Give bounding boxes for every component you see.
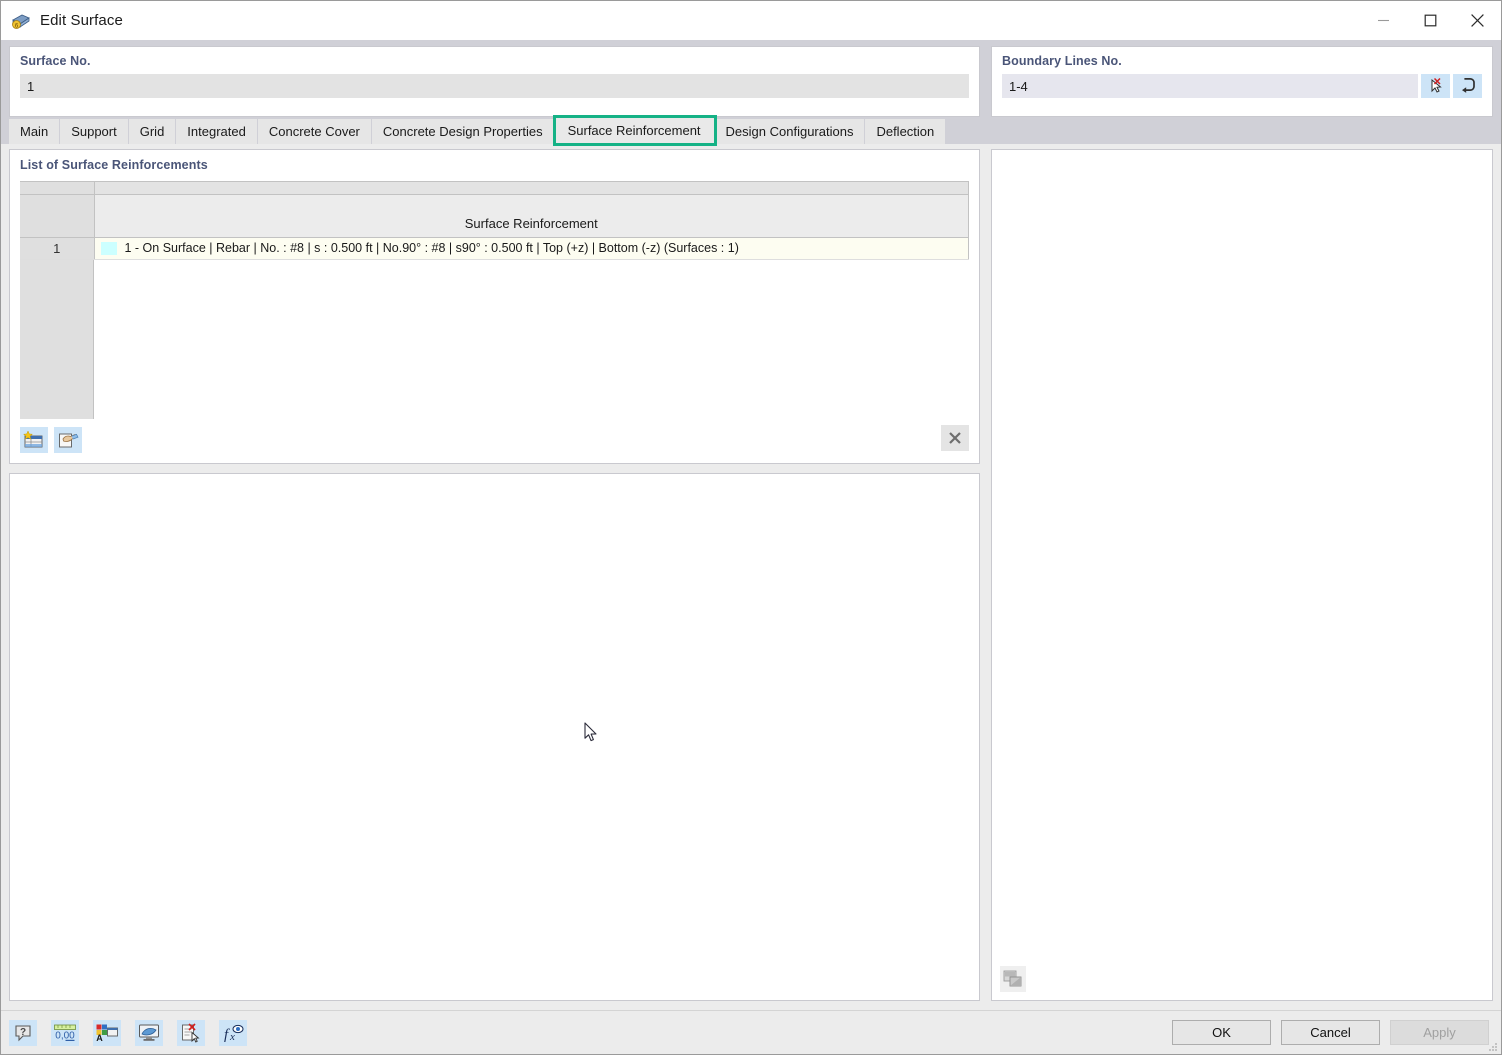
grid-group-header-cell bbox=[94, 182, 969, 194]
tab-main[interactable]: Main bbox=[9, 119, 60, 144]
tab-concrete-design-properties[interactable]: Concrete Design Properties bbox=[372, 119, 555, 144]
surface-no-group: Surface No. 1 bbox=[9, 46, 980, 117]
minimize-icon[interactable] bbox=[1360, 1, 1407, 40]
table-row[interactable]: 1 1 - On Surface | Rebar | No. : #8 | s … bbox=[20, 237, 969, 259]
reinforcements-grid: Surface Reinforcement 1 1 - On Surface |… bbox=[20, 181, 969, 419]
list-title: List of Surface Reinforcements bbox=[20, 158, 969, 172]
row-description: 1 - On Surface | Rebar | No. : #8 | s : … bbox=[125, 241, 739, 255]
title-bar: 6 Edit Surface bbox=[1, 1, 1501, 40]
boundary-lines-label: Boundary Lines No. bbox=[1002, 54, 1482, 68]
footer-toolbar: ? 0,00 bbox=[9, 1020, 247, 1046]
grid-corner-cell bbox=[20, 182, 94, 194]
tab-integrated[interactable]: Integrated bbox=[176, 119, 258, 144]
color-swatch bbox=[101, 242, 117, 255]
grid-index-header bbox=[20, 194, 94, 237]
row-content-cell[interactable]: 1 - On Surface | Rebar | No. : #8 | s : … bbox=[94, 237, 969, 259]
cancel-button[interactable]: Cancel bbox=[1281, 1020, 1380, 1045]
edit-hand-icon[interactable] bbox=[54, 427, 82, 453]
tab-deflection[interactable]: Deflection bbox=[865, 119, 946, 144]
color-font-icon[interactable]: A bbox=[93, 1020, 121, 1046]
left-column: List of Surface Reinforcements Surface R… bbox=[9, 144, 980, 1010]
dialog-body: List of Surface Reinforcements Surface R… bbox=[1, 144, 1501, 1010]
grid-column-header-surface-reinforcement[interactable]: Surface Reinforcement bbox=[94, 194, 969, 237]
apply-button: Apply bbox=[1390, 1020, 1489, 1045]
grid-header-row: Surface Reinforcement bbox=[20, 194, 969, 237]
close-icon[interactable] bbox=[1454, 1, 1501, 40]
svg-text:A: A bbox=[96, 1033, 103, 1043]
surface-no-input[interactable]: 1 bbox=[20, 74, 969, 98]
edit-surface-dialog: 6 Edit Surface Surface No. 1 Boundary Li… bbox=[0, 0, 1502, 1055]
grid-empty-area bbox=[20, 260, 969, 420]
tab-bar: Main Support Grid Integrated Concrete Co… bbox=[1, 117, 1501, 144]
grid-empty-body bbox=[94, 260, 969, 420]
window-title: Edit Surface bbox=[40, 12, 123, 29]
footer-buttons: OK Cancel Apply bbox=[1172, 1020, 1489, 1045]
svg-text:?: ? bbox=[20, 1027, 26, 1038]
boundary-lines-input[interactable]: 1-4 bbox=[1002, 74, 1418, 98]
help-bubble-icon[interactable]: ? bbox=[9, 1020, 37, 1046]
tab-support[interactable]: Support bbox=[60, 119, 129, 144]
surface-no-row: 1 bbox=[20, 74, 969, 98]
window-controls bbox=[1360, 1, 1501, 40]
fx-icon[interactable]: f x bbox=[219, 1020, 247, 1046]
render-view-icon[interactable] bbox=[135, 1020, 163, 1046]
delete-reinforcement-button[interactable] bbox=[941, 425, 969, 451]
dialog-footer: ? 0,00 bbox=[1, 1010, 1501, 1054]
resize-grip[interactable] bbox=[1486, 1040, 1498, 1052]
surface-reinforcements-panel: List of Surface Reinforcements Surface R… bbox=[9, 149, 980, 464]
tab-surface-reinforcement[interactable]: Surface Reinforcement bbox=[555, 117, 715, 144]
grid-header-top bbox=[20, 182, 969, 194]
right-column bbox=[991, 144, 1493, 1010]
boundary-lines-row: 1-4 bbox=[1002, 74, 1482, 98]
ok-button[interactable]: OK bbox=[1172, 1020, 1271, 1045]
grid-toolbar bbox=[20, 419, 969, 455]
return-arrow-icon[interactable] bbox=[1453, 74, 1482, 98]
row-index: 1 bbox=[20, 237, 94, 259]
tab-concrete-cover[interactable]: Concrete Cover bbox=[258, 119, 372, 144]
delete-document-icon[interactable] bbox=[177, 1020, 205, 1046]
tab-design-configurations[interactable]: Design Configurations bbox=[715, 119, 866, 144]
render-preview-icon[interactable] bbox=[1000, 966, 1026, 992]
svg-text:x: x bbox=[229, 1031, 235, 1043]
maximize-icon[interactable] bbox=[1407, 1, 1454, 40]
cursor-pick-icon[interactable] bbox=[1421, 74, 1450, 98]
top-fields-strip: Surface No. 1 Boundary Lines No. 1-4 bbox=[1, 40, 1501, 117]
tab-grid[interactable]: Grid bbox=[129, 119, 177, 144]
new-table-row-icon[interactable] bbox=[20, 427, 48, 453]
preview-panel bbox=[991, 149, 1493, 1001]
surface-no-label: Surface No. bbox=[20, 54, 969, 68]
units-0-00-icon[interactable]: 0,00 bbox=[51, 1020, 79, 1046]
boundary-lines-group: Boundary Lines No. 1-4 bbox=[991, 46, 1493, 117]
reinforcement-detail-panel bbox=[9, 473, 980, 1001]
surface-icon: 6 bbox=[11, 11, 31, 31]
grid-empty-index-column bbox=[20, 260, 94, 420]
